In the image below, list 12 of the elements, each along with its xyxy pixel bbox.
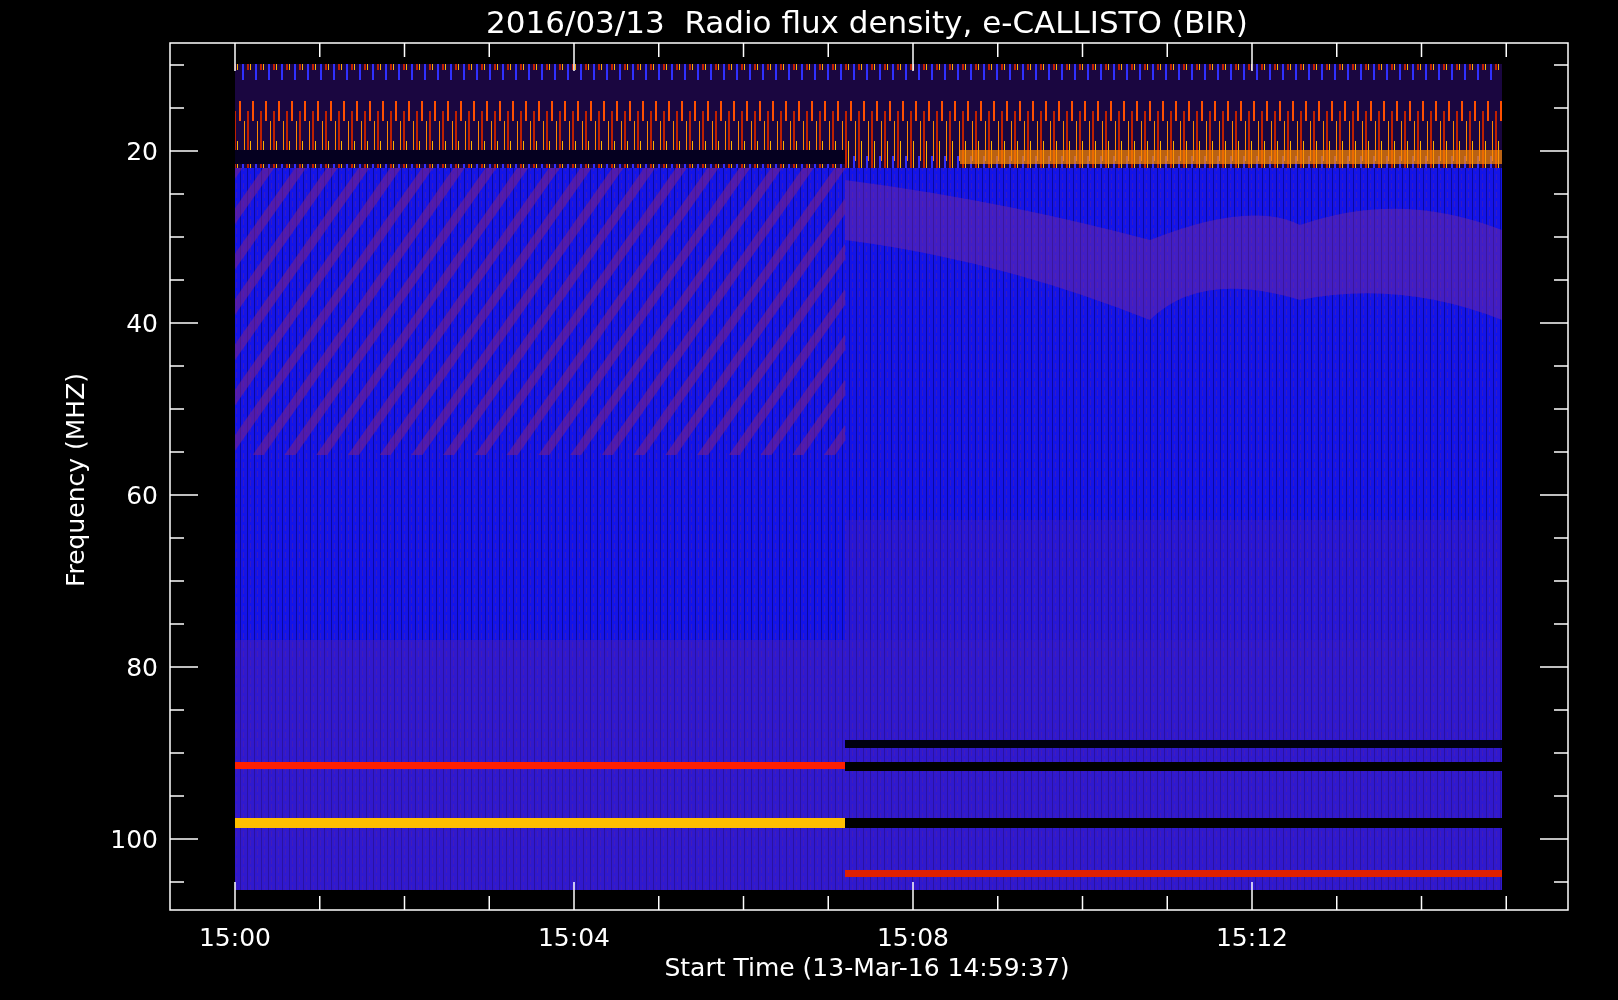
x-tick-label: 15:04 (538, 923, 610, 952)
y-axis-label: Frequency (MHZ) (61, 372, 90, 588)
chart-title: 2016/03/13 Radio flux density, e-CALLISTO (BIR) (486, 4, 1248, 40)
y-tick-label: 40 (126, 309, 158, 338)
y-tick-label: 100 (110, 825, 158, 854)
x-axis-label: Start Time (13-Mar-16 14:59:37) (664, 953, 1070, 982)
x-tick-label: 15:12 (1216, 923, 1288, 952)
x-tick-label: 15:08 (877, 923, 949, 952)
y-tick-label: 60 (126, 481, 158, 510)
y-tick-label: 80 (126, 653, 158, 682)
x-tick-label: 15:00 (199, 923, 271, 952)
y-tick-label: 20 (126, 137, 158, 166)
